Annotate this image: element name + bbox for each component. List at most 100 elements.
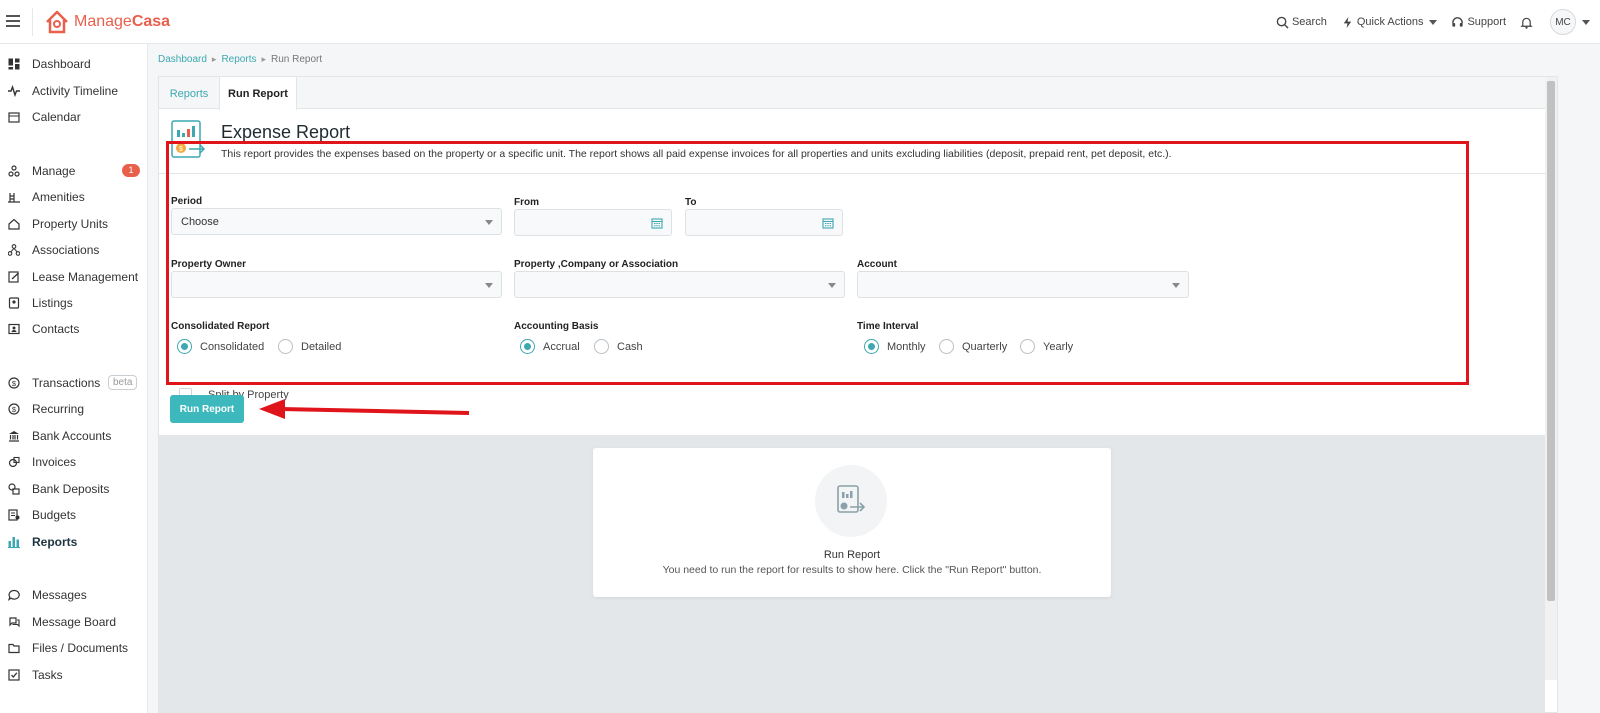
sidebar-item-label: Bank Deposits [32,482,110,496]
sidebar-item-tasks[interactable]: Tasks [0,664,148,686]
svg-text:$: $ [12,379,17,388]
scrollbar[interactable] [1545,77,1557,680]
breadcrumb-reports[interactable]: Reports [221,54,256,65]
home-icon [8,218,20,230]
lightning-icon [1343,16,1352,28]
empty-state-message: You need to run the report for results t… [662,564,1042,576]
avatar[interactable]: MC [1550,9,1576,35]
sidebar-item-associations[interactable]: Associations [0,239,148,261]
breadcrumb-current: Run Report [271,54,323,65]
sidebar-item-messages[interactable]: Messages [0,584,148,606]
headset-icon [1452,16,1464,27]
tab-reports[interactable]: Reports [159,77,219,110]
activity-icon [8,85,20,97]
support-label: Support [1467,16,1506,28]
tab-run-report[interactable]: Run Report [219,77,297,110]
run-report-button[interactable]: Run Report [170,395,244,423]
sidebar-item-lease-management[interactable]: Lease Management [0,266,148,288]
tab-bar: Reports Run Report [159,77,1557,110]
menu-icon[interactable] [6,13,20,27]
sidebar-item-label: Dashboard [32,57,91,71]
empty-state-title: Run Report [823,549,881,561]
support-link[interactable]: Support [1451,16,1506,29]
invoice-icon [8,456,20,468]
deposit-icon [8,483,20,495]
bell-icon [1520,17,1533,29]
reports-icon [8,537,20,548]
sidebar-item-property-units[interactable]: Property Units [0,213,148,235]
sidebar-item-label: Calendar [32,110,81,124]
annotation-arrow [259,399,470,419]
sidebar-item-budgets[interactable]: Budgets [0,504,148,526]
bank-icon [9,431,19,442]
divider [32,8,33,36]
sidebar-item-recurring[interactable]: $ Recurring [0,398,148,420]
main-content: Dashboard ▸ Reports ▸ Run Report Reports… [148,44,1600,713]
breadcrumb-dashboard[interactable]: Dashboard [158,54,207,65]
top-nav: Search Quick Actions Support MC [1262,0,1590,44]
sidebar-item-label: Recurring [32,402,85,416]
highlight-box [166,141,1469,385]
search-link[interactable]: Search [1276,16,1327,29]
calendar-icon [8,112,20,123]
sidebar-item-reports[interactable]: Reports [0,531,148,553]
sidebar-item-manage[interactable]: Manage 1 [0,160,148,182]
sidebar-item-calendar[interactable]: Calendar [0,106,148,128]
sidebar-item-label: Amenities [32,190,85,204]
sidebar-item-contacts[interactable]: Contacts [0,318,148,340]
sidebar-item-label: Associations [32,243,100,257]
sidebar-item-label: Budgets [32,508,77,522]
sidebar-item-label: Bank Accounts [32,429,112,443]
house-logo-icon [46,10,68,34]
search-label: Search [1291,16,1327,28]
sidebar-item-label: Transactions [32,376,101,390]
empty-state-card: Run Report You need to run the report fo… [593,448,1111,597]
chevron-right-icon: ▸ [211,54,217,64]
budget-icon [8,509,20,521]
tasks-icon [8,669,20,681]
chevron-down-icon [1582,19,1590,25]
dashboard-icon [8,58,20,70]
manage-icon [8,165,20,177]
recurring-icon: $ [8,403,20,415]
quick-actions-menu[interactable]: Quick Actions [1341,16,1438,29]
empty-state-icon [815,465,887,537]
sidebar-item-label: Files / Documents [32,641,129,655]
sidebar-item-label: Contacts [32,322,80,336]
sidebar-item-label: Messages [32,588,87,602]
sidebar-item-label: Listings [32,296,73,310]
sidebar-item-label: Invoices [32,455,77,469]
logo[interactable]: ManageCasa [44,8,170,36]
board-icon [9,617,20,628]
listings-icon [8,297,20,309]
lease-icon [8,271,19,283]
notification-badge: 1 [122,164,140,177]
report-icon [837,485,866,513]
contacts-icon [8,323,20,335]
user-menu[interactable]: MC [1550,9,1590,35]
quick-actions-label: Quick Actions [1356,16,1424,28]
breadcrumb: Dashboard ▸ Reports ▸ Run Report [158,54,322,65]
chevron-down-icon [1429,19,1438,25]
sidebar-item-bank-deposits[interactable]: Bank Deposits [0,478,148,500]
sidebar-item-transactions[interactable]: $ Transactions beta [0,372,148,394]
folder-icon [8,643,20,654]
sidebar-item-amenities[interactable]: Amenities [0,186,148,208]
sidebar-item-listings[interactable]: Listings [0,292,148,314]
sidebar-item-message-board[interactable]: Message Board [0,611,148,633]
chevron-right-icon: ▸ [261,54,266,64]
sidebar-item-label: Lease Management [32,270,139,284]
sidebar-item-bank-accounts[interactable]: Bank Accounts [0,425,148,447]
sidebar-item-activity-timeline[interactable]: Activity Timeline [0,80,148,102]
sidebar-item-invoices[interactable]: Invoices [0,451,148,473]
search-icon [1276,16,1289,29]
amenities-icon [8,193,20,203]
sidebar-item-dashboard[interactable]: Dashboard [0,53,148,75]
sidebar-item-files-documents[interactable]: Files / Documents [0,637,148,659]
sidebar-item-label: Property Units [32,217,109,231]
sidebar-item-label: Message Board [32,615,117,629]
sidebar: Dashboard Activity Timeline Calendar Man… [0,44,148,713]
associations-icon [8,244,20,256]
scrollbar-thumb[interactable] [1547,81,1555,601]
notifications-button[interactable] [1520,16,1536,29]
